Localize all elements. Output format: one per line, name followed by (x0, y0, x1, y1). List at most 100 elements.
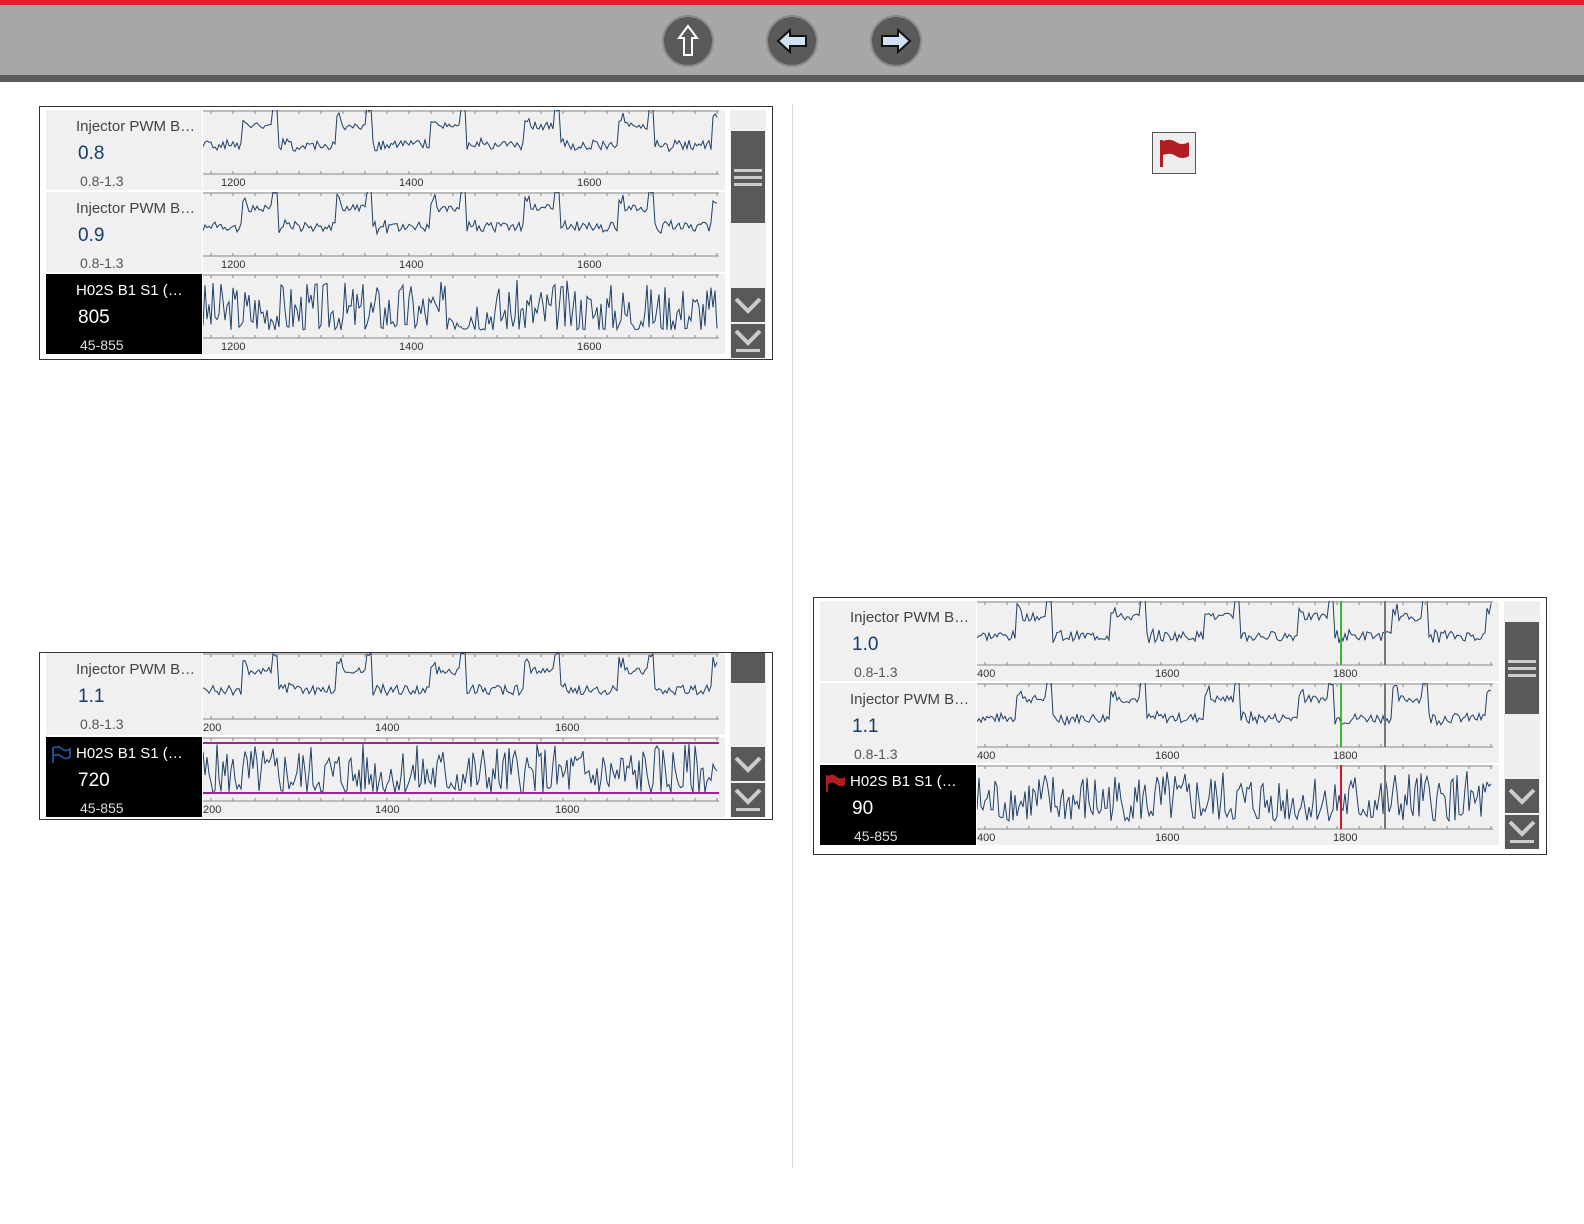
bottom-accent-stripe (0, 75, 1584, 82)
pid-value: 0.9 (78, 225, 105, 246)
right-arrow-icon (881, 27, 912, 55)
scroll-down-button[interactable] (731, 288, 765, 322)
column-divider (792, 104, 793, 1168)
pid-name: H02S B1 S1 (… (76, 282, 183, 299)
back-button[interactable] (766, 15, 818, 67)
axis-tick-label: 200 (203, 804, 222, 816)
grip-lines-icon (734, 169, 762, 186)
pid-range: 0.8-1.3 (80, 255, 124, 271)
pid-name: Injector PWM B… (76, 200, 196, 217)
pid-name: Injector PWM B… (850, 691, 970, 708)
pid-graph: 1200 1400 1600 (203, 110, 725, 190)
pid-name: H02S B1 S1 (… (850, 773, 957, 790)
signal-trace (203, 743, 718, 795)
double-chevron-down-icon (1508, 820, 1536, 843)
pid-name: Injector PWM B… (76, 661, 196, 678)
pid-label[interactable]: H02S B1 S1 (… 720 45-855 (46, 737, 202, 817)
axis-tick-label: 1600 (577, 259, 602, 271)
pid-label[interactable]: Injector PWM B… 0.8 0.8-1.3 (46, 110, 202, 190)
chevron-down-icon (734, 297, 762, 314)
scroll-bottom-button[interactable] (1505, 815, 1539, 849)
pid-label[interactable]: Injector PWM B… 1.1 0.8-1.3 (46, 653, 202, 735)
up-button[interactable] (662, 15, 714, 67)
pid-range: 45-855 (80, 337, 124, 353)
chevron-down-icon (734, 756, 762, 773)
flag-icon (1152, 132, 1196, 174)
axis-tick-label: 400 (977, 668, 996, 680)
scroll-thumb[interactable] (1505, 622, 1539, 714)
pid-label[interactable]: Injector PWM B… 0.9 0.8-1.3 (46, 192, 202, 272)
signal-trace (977, 601, 1492, 644)
pid-name: Injector PWM B… (850, 609, 970, 626)
signal-trace (203, 110, 718, 153)
graph-panel-1: Injector PWM B… 0.8 0.8-1.3 1200 1400 16… (39, 106, 773, 360)
axis-tick-label: 1200 (221, 177, 246, 189)
signal-trace (203, 653, 718, 697)
scroll-down-button[interactable] (731, 747, 765, 781)
axis-tick-label: 1600 (1155, 668, 1180, 680)
grip-lines-icon (1508, 660, 1536, 677)
pid-range: 0.8-1.3 (80, 173, 124, 189)
pid-graph: 400 1600 1800 (977, 683, 1499, 763)
graph-panel-2: Injector PWM B… 1.1 0.8-1.3 200 1400 160… (39, 652, 773, 820)
scroll-bottom-button[interactable] (731, 783, 765, 817)
axis-tick-label: 1200 (221, 341, 246, 353)
pid-label[interactable]: H02S B1 S1 (… 805 45-855 (46, 274, 202, 354)
pid-range: 45-855 (854, 828, 898, 844)
top-navigation-bar (0, 0, 1584, 82)
axis-tick-label: 200 (203, 722, 222, 734)
left-arrow-icon (776, 27, 807, 55)
top-accent-stripe (0, 0, 1584, 5)
flag-icon (826, 774, 845, 792)
pid-name: H02S B1 S1 (… (76, 745, 183, 762)
scrollbar[interactable] (730, 110, 766, 358)
axis-tick-label: 1400 (399, 341, 424, 353)
pid-range: 0.8-1.3 (854, 746, 898, 762)
axis-tick-label: 1600 (1155, 832, 1180, 844)
axis-tick-label: 1600 (1155, 750, 1180, 762)
flag-outline-icon (52, 746, 71, 763)
graph-panel-3: Injector PWM B… 1.0 0.8-1.3 400 1600 180… (813, 597, 1547, 855)
signal-trace (203, 192, 718, 236)
axis-tick-label: 1600 (555, 722, 580, 734)
pid-value: 90 (852, 798, 874, 819)
pid-range: 0.8-1.3 (80, 716, 124, 732)
scroll-bottom-button[interactable] (731, 324, 765, 358)
scroll-down-button[interactable] (1505, 779, 1539, 813)
pid-range: 0.8-1.3 (854, 664, 898, 680)
axis-tick-label: 400 (977, 750, 996, 762)
pid-graph: 1200 1400 1600 (203, 192, 725, 272)
double-chevron-down-icon (734, 329, 762, 352)
signal-trace (203, 279, 718, 332)
pid-value: 720 (78, 770, 110, 791)
pid-value: 1.0 (852, 634, 879, 655)
signal-trace (977, 771, 1492, 823)
scrollbar[interactable] (1504, 601, 1540, 849)
pid-label[interactable]: Injector PWM B… 1.1 0.8-1.3 (820, 683, 976, 763)
pid-graph: 400 1600 1800 (977, 765, 1499, 845)
axis-tick-label: 1400 (375, 804, 400, 816)
pid-label[interactable]: H02S B1 S1 (… 90 45-855 (820, 765, 976, 845)
pid-graph: 200 1400 1600 (203, 737, 725, 817)
pid-value: 1.1 (852, 716, 879, 737)
pid-label[interactable]: Injector PWM B… 1.0 0.8-1.3 (820, 601, 976, 681)
scrollbar[interactable] (730, 653, 766, 817)
forward-button[interactable] (870, 15, 922, 67)
pid-range: 45-855 (80, 800, 124, 816)
scroll-thumb[interactable] (731, 131, 765, 223)
scroll-thumb[interactable] (731, 653, 765, 683)
axis-tick-label: 1200 (221, 259, 246, 271)
pid-graph: 1200 1400 1600 (203, 274, 725, 354)
axis-tick-label: 1800 (1333, 668, 1358, 680)
signal-trace (977, 683, 1491, 727)
axis-tick-label: 1800 (1333, 750, 1358, 762)
axis-tick-label: 1800 (1333, 832, 1358, 844)
axis-tick-label: 1600 (577, 177, 602, 189)
pid-graph: 400 1600 1800 (977, 601, 1499, 681)
up-arrow-icon (677, 24, 699, 56)
axis-tick-label: 1400 (375, 722, 400, 734)
pid-graph: 200 1400 1600 (203, 653, 725, 735)
pid-value: 805 (78, 307, 110, 328)
chevron-down-icon (1508, 788, 1536, 805)
pid-name: Injector PWM B… (76, 118, 196, 135)
